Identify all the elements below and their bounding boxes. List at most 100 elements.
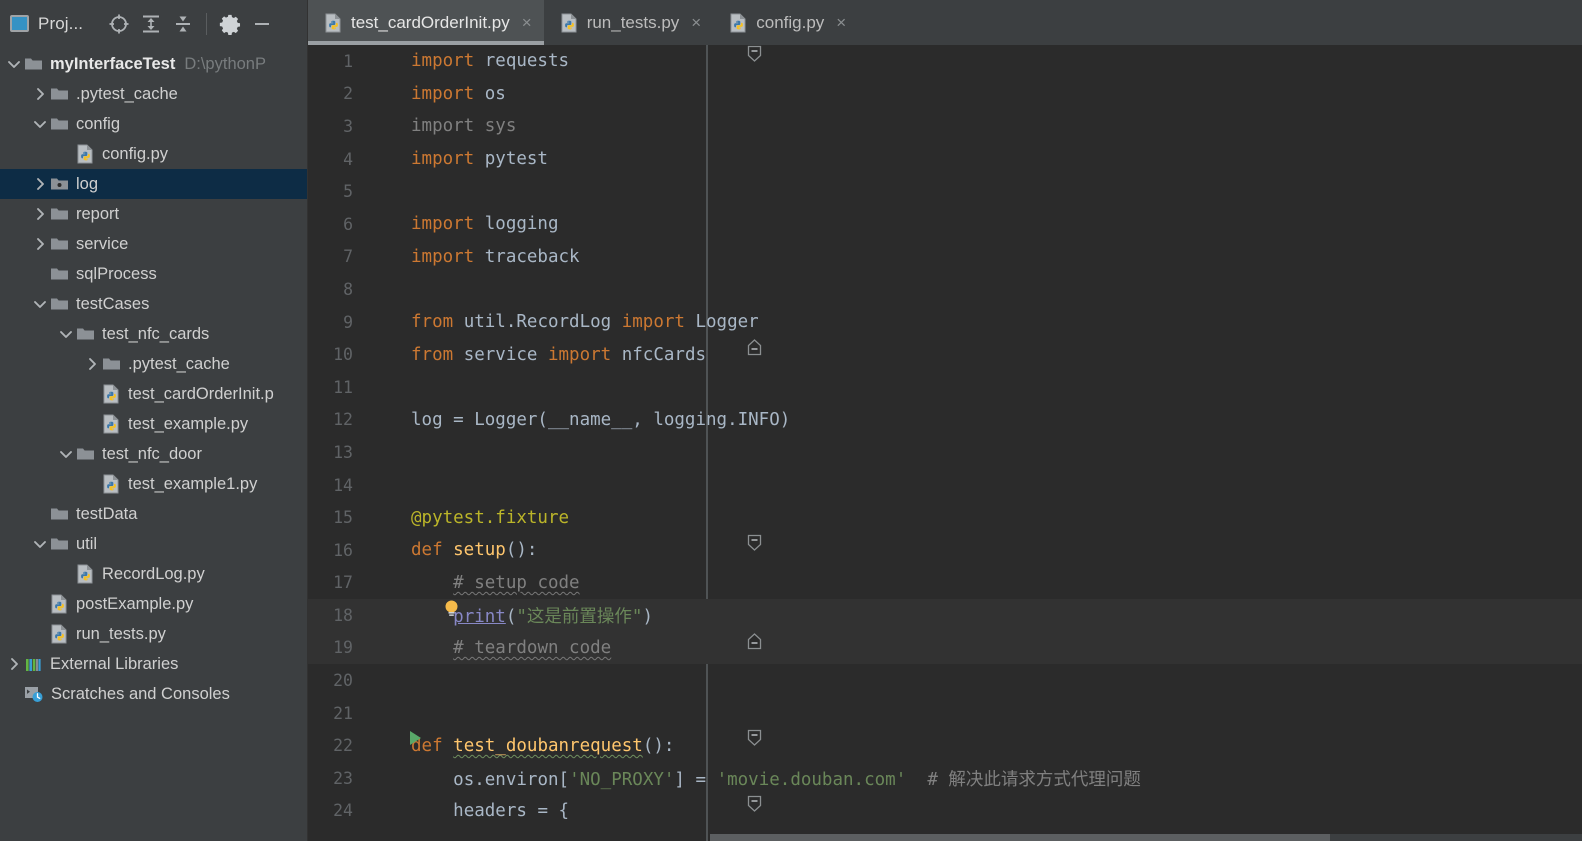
code-line[interactable]: 6 import logging bbox=[308, 208, 1582, 241]
editor-gutter[interactable] bbox=[355, 436, 409, 469]
chevron-right-icon[interactable] bbox=[32, 176, 48, 192]
code-line[interactable]: 21 bbox=[308, 697, 1582, 730]
fold-collapse-icon[interactable] bbox=[747, 795, 762, 812]
code-line[interactable]: 3 import sys bbox=[308, 110, 1582, 143]
editor-tab-run-tests-py[interactable]: run_tests.py × bbox=[544, 0, 714, 45]
code-line[interactable]: 11 bbox=[308, 371, 1582, 404]
hide-icon[interactable] bbox=[246, 8, 278, 40]
editor-gutter[interactable] bbox=[355, 501, 409, 534]
editor-tab-config-py[interactable]: config.py × bbox=[713, 0, 858, 45]
editor-gutter[interactable] bbox=[355, 78, 409, 111]
tree-item-service[interactable]: service bbox=[0, 229, 308, 259]
editor-tab-test-cardorderinit-py[interactable]: test_cardOrderInit.py × bbox=[308, 0, 544, 45]
editor-gutter[interactable] bbox=[355, 143, 409, 176]
editor-gutter[interactable] bbox=[355, 338, 762, 371]
tree-item-test-cardorderinit-p[interactable]: test_cardOrderInit.p bbox=[0, 379, 308, 409]
editor-gutter[interactable] bbox=[355, 697, 409, 730]
tree-item--pytest-cache[interactable]: .pytest_cache bbox=[0, 349, 308, 379]
collapse-all-icon[interactable] bbox=[167, 8, 199, 40]
code-line[interactable]: 22 def test_doubanrequest(): bbox=[308, 729, 1582, 762]
editor-gutter[interactable] bbox=[355, 567, 409, 600]
horizontal-scrollbar[interactable] bbox=[710, 834, 1582, 841]
select-opened-file-icon[interactable] bbox=[103, 8, 135, 40]
code-line[interactable]: 5 bbox=[308, 175, 1582, 208]
editor-gutter[interactable] bbox=[355, 795, 762, 828]
editor-gutter[interactable] bbox=[355, 306, 409, 339]
code-line[interactable]: 8 bbox=[308, 273, 1582, 306]
code-line[interactable]: 17 # setup code bbox=[308, 567, 1582, 600]
code-line[interactable]: 13 bbox=[308, 436, 1582, 469]
tree-item-run-tests-py[interactable]: run_tests.py bbox=[0, 619, 308, 649]
editor-gutter[interactable] bbox=[355, 632, 762, 665]
fold-region-end-icon[interactable] bbox=[747, 338, 762, 356]
chevron-down-icon[interactable] bbox=[58, 326, 74, 342]
tree-item-test-example1-py[interactable]: test_example1.py bbox=[0, 469, 308, 499]
tree-item-test-nfc-cards[interactable]: test_nfc_cards bbox=[0, 319, 308, 349]
editor-gutter[interactable] bbox=[355, 241, 409, 274]
editor-gutter[interactable] bbox=[355, 404, 409, 437]
editor-gutter[interactable] bbox=[355, 664, 409, 697]
tree-item-test-example-py[interactable]: test_example.py bbox=[0, 409, 308, 439]
code-line[interactable]: 15 @pytest.fixture bbox=[308, 501, 1582, 534]
code-editor[interactable]: 1 import requests 2 import os 3 import sys 4 i… bbox=[308, 45, 1582, 841]
tree-item-testdata[interactable]: testData bbox=[0, 499, 308, 529]
editor-gutter[interactable] bbox=[355, 599, 458, 632]
tree-item-external-libraries[interactable]: External Libraries bbox=[0, 649, 308, 679]
editor-gutter[interactable] bbox=[355, 729, 762, 762]
code-line[interactable]: 16 def setup(): bbox=[308, 534, 1582, 567]
tree-item-recordlog-py[interactable]: RecordLog.py bbox=[0, 559, 308, 589]
tree-item-config-py[interactable]: config.py bbox=[0, 139, 308, 169]
tree-item-config[interactable]: config bbox=[0, 109, 308, 139]
chevron-down-icon[interactable] bbox=[58, 446, 74, 462]
tree-item-util[interactable]: util bbox=[0, 529, 308, 559]
code-line[interactable]: 1 import requests bbox=[308, 45, 1582, 78]
code-line[interactable]: 24 headers = { bbox=[308, 795, 1582, 828]
editor-gutter[interactable] bbox=[355, 273, 409, 306]
code-line[interactable]: 14 bbox=[308, 469, 1582, 502]
chevron-right-icon[interactable] bbox=[32, 206, 48, 222]
tree-item-report[interactable]: report bbox=[0, 199, 308, 229]
close-icon[interactable]: × bbox=[691, 14, 701, 31]
editor-gutter[interactable] bbox=[355, 371, 409, 404]
code-line[interactable]: 23 os.environ['NO_PROXY'] = 'movie.douba… bbox=[308, 762, 1582, 795]
editor-gutter[interactable] bbox=[355, 762, 409, 795]
code-line[interactable]: 9 from util.RecordLog import Logger bbox=[308, 306, 1582, 339]
code-line[interactable]: 12 log = Logger(__name__, logging.INFO) bbox=[308, 404, 1582, 437]
chevron-right-icon[interactable] bbox=[32, 236, 48, 252]
chevron-down-icon[interactable] bbox=[32, 296, 48, 312]
tree-item-test-nfc-door[interactable]: test_nfc_door bbox=[0, 439, 308, 469]
editor-gutter[interactable] bbox=[355, 208, 409, 241]
run-test-arrow-icon[interactable] bbox=[407, 729, 423, 752]
tree-item-postexample-py[interactable]: postExample.py bbox=[0, 589, 308, 619]
code-lines[interactable]: 1 import requests 2 import os 3 import sys 4 i… bbox=[308, 45, 1582, 827]
code-line[interactable]: 20 bbox=[308, 664, 1582, 697]
fold-collapse-icon[interactable] bbox=[747, 45, 762, 62]
tree-item-testcases[interactable]: testCases bbox=[0, 289, 308, 319]
code-line[interactable]: 10 from service import nfcCards bbox=[308, 338, 1582, 371]
editor-gutter[interactable] bbox=[355, 469, 409, 502]
code-line[interactable]: 19 # teardown code bbox=[308, 631, 1582, 665]
chevron-down-icon[interactable] bbox=[32, 116, 48, 132]
editor-gutter[interactable] bbox=[355, 534, 762, 567]
editor-gutter[interactable] bbox=[355, 110, 409, 143]
tree-item--pytest-cache[interactable]: .pytest_cache bbox=[0, 79, 308, 109]
tree-item-log[interactable]: log bbox=[0, 169, 308, 199]
chevron-right-icon[interactable] bbox=[84, 356, 100, 372]
fold-collapse-icon[interactable] bbox=[747, 729, 762, 747]
chevron-down-icon[interactable] bbox=[32, 536, 48, 552]
expand-all-icon[interactable] bbox=[135, 8, 167, 40]
project-tree[interactable]: myInterfaceTest D:\pythonP .pytest_cache … bbox=[0, 47, 308, 709]
code-line[interactable]: 2 import os bbox=[308, 78, 1582, 111]
tree-item-myinterfacetest[interactable]: myInterfaceTest D:\pythonP bbox=[0, 49, 308, 79]
editor-gutter[interactable] bbox=[355, 175, 409, 208]
intention-bulb-icon[interactable] bbox=[443, 599, 460, 623]
scrollbar-thumb[interactable] bbox=[710, 834, 1330, 841]
editor-gutter[interactable] bbox=[355, 45, 762, 78]
tree-item-sqlprocess[interactable]: sqlProcess bbox=[0, 259, 308, 289]
tree-item-scratches-and-consoles[interactable]: Scratches and Consoles bbox=[0, 679, 308, 709]
chevron-down-icon[interactable] bbox=[6, 56, 22, 72]
chevron-right-icon[interactable] bbox=[32, 86, 48, 102]
code-line[interactable]: 18 print("这是前置操作") bbox=[308, 599, 1582, 632]
fold-collapse-icon[interactable] bbox=[747, 534, 762, 551]
settings-gear-icon[interactable] bbox=[214, 8, 246, 40]
